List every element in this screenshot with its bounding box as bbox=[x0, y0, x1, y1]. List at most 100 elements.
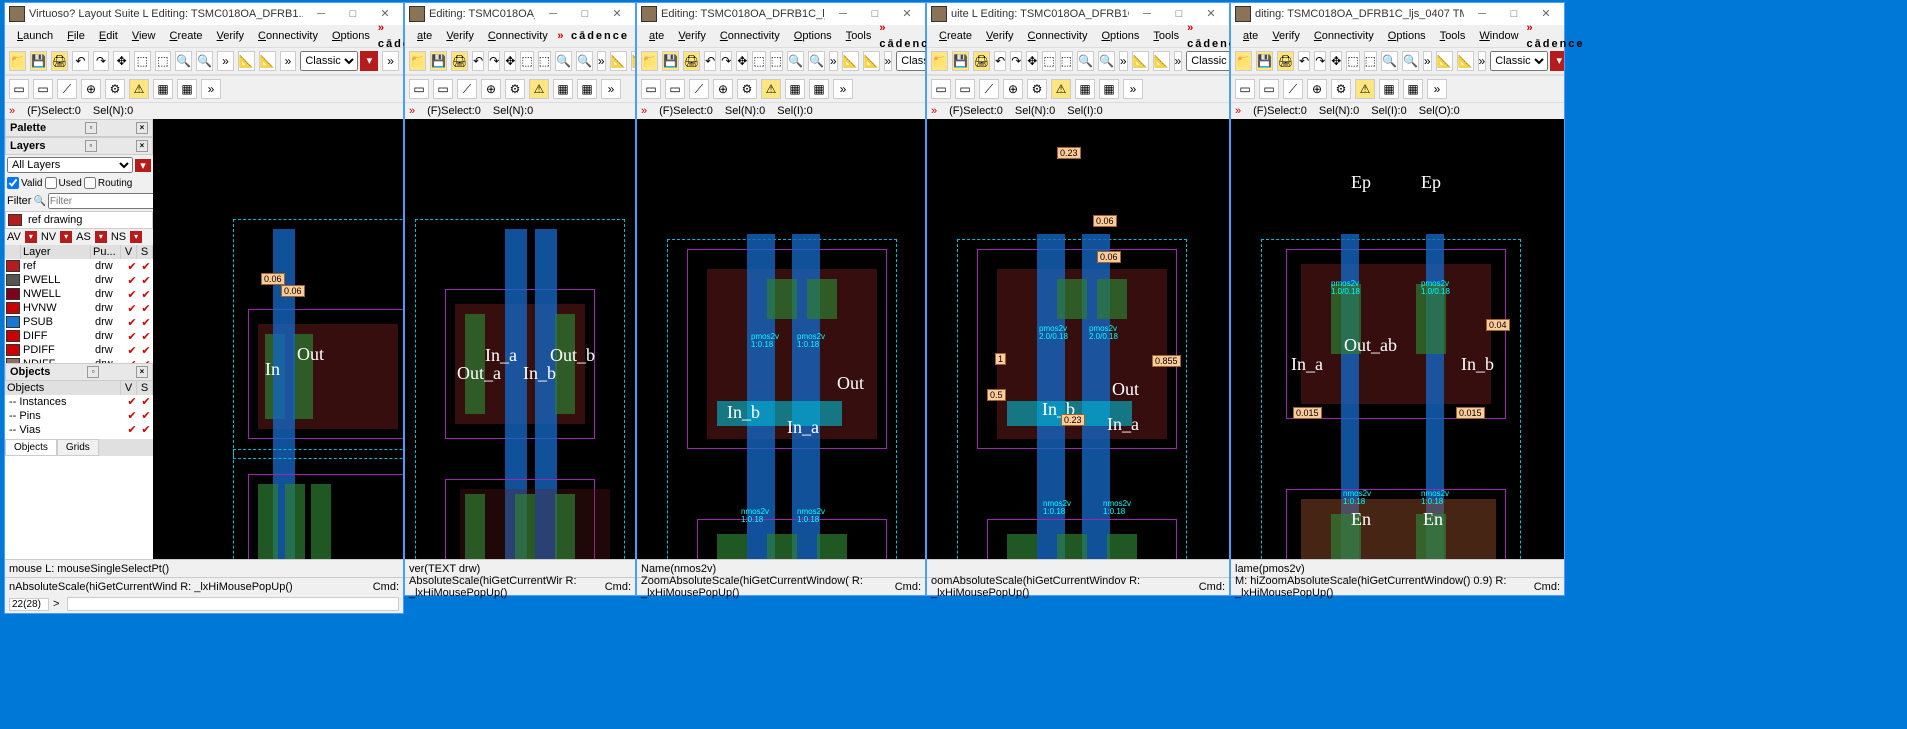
toolbar-btn[interactable]: ⚙ bbox=[737, 79, 757, 99]
minimize-button[interactable]: ─ bbox=[829, 4, 857, 24]
toolbar-btn[interactable]: ⊕ bbox=[1003, 79, 1023, 99]
toolbar-btn[interactable]: ⬚ bbox=[520, 51, 533, 71]
tab-objects[interactable]: Objects bbox=[5, 439, 57, 456]
toolbar-btn[interactable]: ▭ bbox=[665, 79, 685, 99]
menu-options[interactable]: Options bbox=[788, 28, 838, 44]
toolbar-btn[interactable]: ▦ bbox=[153, 79, 173, 99]
toolbar-btn[interactable]: 🔍 bbox=[196, 51, 213, 71]
toolbar-btn[interactable]: ⬚ bbox=[1346, 51, 1359, 71]
toolbar-btn[interactable]: ▦ bbox=[177, 79, 197, 99]
toolbar-btn[interactable]: 📐 bbox=[238, 51, 255, 71]
toolbar-btn[interactable]: ⬚ bbox=[1364, 51, 1377, 71]
menu-options[interactable]: Options bbox=[326, 28, 376, 44]
minimize-button[interactable]: ─ bbox=[1468, 4, 1496, 24]
toolbar-btn[interactable]: » bbox=[1119, 51, 1128, 71]
toolbar-btn[interactable]: » bbox=[1123, 79, 1143, 99]
toolbar-btn[interactable]: 📁 bbox=[1235, 51, 1252, 71]
toolbar-btn[interactable]: ▭ bbox=[409, 79, 429, 99]
toolbar-btn[interactable]: » bbox=[1174, 51, 1183, 71]
toolbar-btn[interactable]: ⚠ bbox=[529, 79, 549, 99]
menu-view[interactable]: View bbox=[126, 28, 162, 44]
layer-row[interactable]: refdrw✔✔ bbox=[5, 259, 153, 273]
toolbar-btn[interactable]: ⚙ bbox=[1331, 79, 1351, 99]
workspace-select[interactable]: Classic bbox=[300, 51, 358, 71]
menu-connectivity[interactable]: Connectivity bbox=[1308, 28, 1380, 44]
menu-verify[interactable]: Verify bbox=[440, 28, 480, 44]
toolbar-btn[interactable]: 📐 bbox=[259, 51, 276, 71]
toolbar-btn[interactable]: ⬚ bbox=[1042, 51, 1055, 71]
toolbar-btn[interactable]: ▦ bbox=[1099, 79, 1119, 99]
object-row[interactable]: -- Instances✔✔ bbox=[5, 395, 153, 409]
toolbar-btn[interactable]: ⚠ bbox=[1051, 79, 1071, 99]
toolbar-btn[interactable]: 🔍 bbox=[1402, 51, 1419, 71]
menu-create[interactable]: Create bbox=[163, 28, 208, 44]
object-row[interactable]: -- Pins✔✔ bbox=[5, 409, 153, 423]
menu-verify[interactable]: Verify bbox=[980, 28, 1020, 44]
toolbar-btn[interactable]: ↷ bbox=[1010, 51, 1022, 71]
menu-connectivity[interactable]: Connectivity bbox=[1022, 28, 1094, 44]
toolbar-btn[interactable]: 📐 bbox=[1153, 51, 1170, 71]
menu-ate[interactable]: ate bbox=[1237, 28, 1264, 44]
toolbar-btn[interactable]: ⚠ bbox=[1355, 79, 1375, 99]
menu-connectivity[interactable]: Connectivity bbox=[252, 28, 324, 44]
toolbar-btn[interactable]: ▭ bbox=[641, 79, 661, 99]
toolbar-btn[interactable]: ▭ bbox=[9, 79, 29, 99]
menu-verify[interactable]: Verify bbox=[211, 28, 251, 44]
all-layers-select[interactable]: All Layers bbox=[7, 157, 133, 173]
workspace-select[interactable]: Classic bbox=[1490, 51, 1548, 71]
toolbar-btn[interactable]: ↷ bbox=[720, 51, 732, 71]
toolbar-btn[interactable]: ▦ bbox=[1403, 79, 1423, 99]
toolbar-btn[interactable]: » bbox=[280, 51, 297, 71]
dropdown-icon[interactable]: ▾ bbox=[360, 51, 378, 71]
toolbar-btn[interactable]: ▦ bbox=[785, 79, 805, 99]
toolbar-btn[interactable]: 📐 bbox=[1132, 51, 1149, 71]
toolbar-btn[interactable]: ↷ bbox=[488, 51, 500, 71]
toolbar-btn[interactable]: ↶ bbox=[472, 51, 484, 71]
toolbar-btn[interactable]: ▭ bbox=[955, 79, 975, 99]
toolbar-btn[interactable]: ✥ bbox=[736, 51, 748, 71]
toolbar-btn[interactable]: ⬚ bbox=[770, 51, 783, 71]
menu-tools[interactable]: Tools bbox=[1147, 28, 1185, 44]
menu-edit[interactable]: Edit bbox=[93, 28, 124, 44]
toolbar-btn[interactable]: ⚙ bbox=[505, 79, 525, 99]
toolbar-btn[interactable]: 🔍 bbox=[1381, 51, 1398, 71]
layout-canvas[interactable]: OutIn_bIn_a0.230.060.0610.50.230.855pmos… bbox=[927, 119, 1229, 559]
tab-grids[interactable]: Grids bbox=[57, 439, 99, 456]
toolbar-btn[interactable]: ⟋ bbox=[979, 79, 999, 99]
toolbar-btn[interactable]: 📐 bbox=[1436, 51, 1453, 71]
toolbar-btn[interactable]: ↷ bbox=[1314, 51, 1326, 71]
layer-row[interactable]: HVNWdrw✔✔ bbox=[5, 301, 153, 315]
menu-tools[interactable]: Tools bbox=[1434, 28, 1472, 44]
toolbar-btn[interactable]: ⟋ bbox=[457, 79, 477, 99]
toolbar-btn[interactable]: ⬚ bbox=[1060, 51, 1073, 71]
toolbar-btn[interactable]: ↶ bbox=[704, 51, 716, 71]
toolbar-btn[interactable]: 💾 bbox=[1256, 51, 1273, 71]
toolbar-btn[interactable]: 🖨 bbox=[973, 51, 990, 71]
layer-row[interactable]: DIFFdrw✔✔ bbox=[5, 329, 153, 343]
toolbar-btn[interactable]: ⊕ bbox=[1307, 79, 1327, 99]
minimize-button[interactable]: ─ bbox=[1133, 4, 1161, 24]
toolbar-btn[interactable]: ✥ bbox=[1026, 51, 1038, 71]
layout-canvas[interactable]: EpEpOut_abIn_aIn_bEnEn0.040.0150.015pmos… bbox=[1231, 119, 1564, 559]
toolbar-btn[interactable]: ⊕ bbox=[481, 79, 501, 99]
toolbar-btn[interactable]: ✥ bbox=[504, 51, 516, 71]
toolbar-btn[interactable]: ▭ bbox=[1259, 79, 1279, 99]
toolbar-btn[interactable]: ▭ bbox=[1235, 79, 1255, 99]
toolbar-btn[interactable]: 🔍 bbox=[555, 51, 572, 71]
toolbar-btn[interactable]: ▦ bbox=[809, 79, 829, 99]
layout-canvas[interactable]: OutIn_bIn_apmos2v1:0.18pmos2v1:0.18nmos2… bbox=[637, 119, 925, 559]
toolbar-btn[interactable]: 🔍 bbox=[1098, 51, 1115, 71]
layer-row[interactable]: PDIFFdrw✔✔ bbox=[5, 343, 153, 357]
toolbar-btn[interactable]: 📁 bbox=[641, 51, 658, 71]
toolbar-btn[interactable]: ✥ bbox=[113, 51, 130, 71]
toolbar-btn[interactable]: 💾 bbox=[430, 51, 447, 71]
toolbar-btn[interactable]: ⬚ bbox=[752, 51, 765, 71]
toolbar-btn[interactable]: ⚙ bbox=[1027, 79, 1047, 99]
toolbar-btn[interactable]: 💾 bbox=[30, 51, 47, 71]
toolbar-btn[interactable]: 💾 bbox=[952, 51, 969, 71]
minimize-button[interactable]: ─ bbox=[307, 4, 335, 24]
toolbar-btn[interactable]: » bbox=[884, 51, 893, 71]
toolbar-btn[interactable]: ⚠ bbox=[761, 79, 781, 99]
menu-ate[interactable]: ate bbox=[411, 28, 438, 44]
layout-canvas[interactable]: OutIn0.060.06 bbox=[153, 119, 403, 559]
